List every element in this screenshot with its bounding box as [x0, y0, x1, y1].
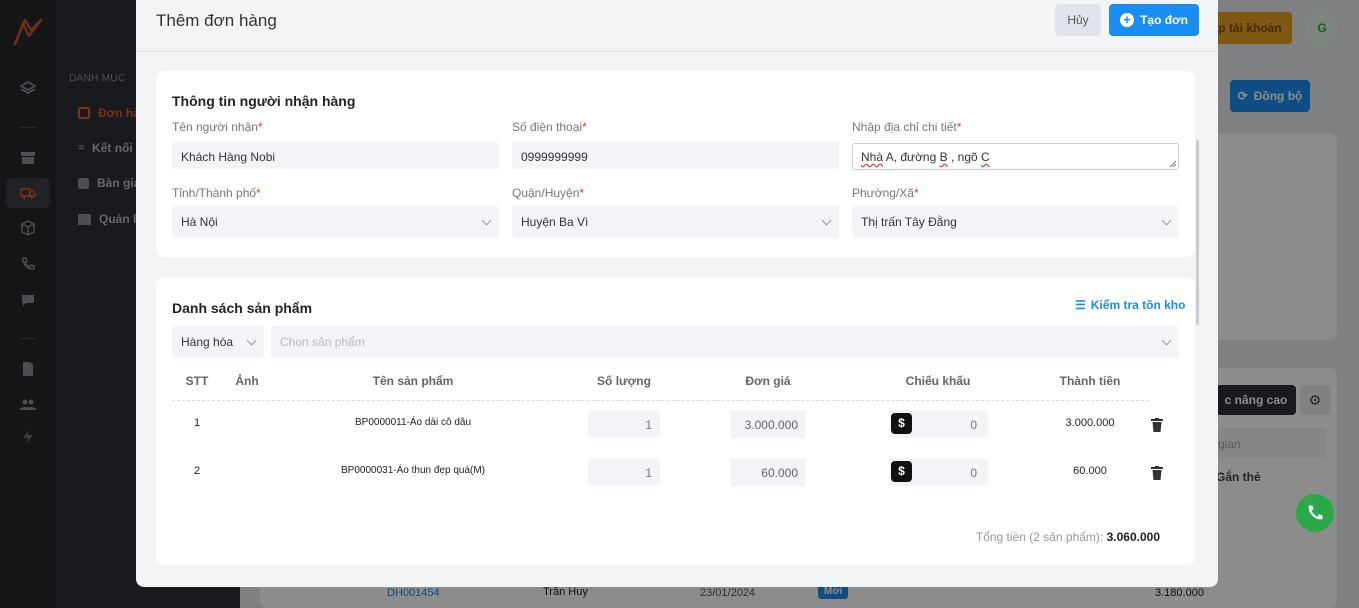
cancel-button[interactable]: Hủy — [1055, 4, 1101, 36]
create-order-button[interactable]: + Tạo đơn — [1109, 4, 1199, 36]
table-header-divider — [172, 400, 1149, 401]
products-card: Danh sách sản phẩm ☰ Kiểm tra tồn kho Hà… — [156, 278, 1195, 565]
phone-input[interactable]: 0999999999 — [512, 142, 839, 169]
province-label: Tỉnh/Thành phố* — [172, 186, 261, 200]
trash-icon[interactable] — [1151, 466, 1163, 480]
chevron-down-icon — [246, 335, 257, 345]
trash-icon[interactable] — [1151, 418, 1163, 432]
modal-title: Thêm đơn hàng — [156, 11, 277, 30]
col-quantity: Số lượng — [597, 374, 651, 388]
product-placeholder: Chọn sản phẩm — [280, 335, 365, 349]
chevron-down-icon — [1161, 335, 1172, 345]
product-type-value: Hàng hóa — [181, 335, 234, 349]
modal-header: Thêm đơn hàng Hủy + Tạo đơn — [136, 0, 1218, 52]
product-type-select[interactable]: Hàng hóa — [172, 326, 264, 358]
phone-call-fab[interactable] — [1296, 494, 1334, 532]
district-value: Huyện Ba Vì — [521, 215, 589, 229]
total-value: 3.060.000 — [1106, 530, 1160, 544]
chevron-down-icon — [481, 215, 492, 225]
discount-input[interactable]: $0 — [890, 410, 988, 438]
plus-circle-icon: + — [1120, 13, 1135, 27]
address-textarea[interactable]: Nhà A, đường B , ngõ C — [852, 143, 1179, 170]
row-product-name: BP0000011-Áo dài cô dâu — [354, 417, 471, 428]
stock-check-label: Kiểm tra tồn kho — [1090, 298, 1186, 312]
unit-price-input[interactable]: 60.000 — [730, 458, 806, 486]
phone-icon — [1308, 505, 1323, 520]
address-label: Nhập địa chỉ chi tiết* — [852, 120, 962, 134]
unit-price-input[interactable]: 3.000.000 — [730, 410, 806, 438]
province-value: Hà Nội — [181, 215, 218, 229]
resize-handle-icon[interactable] — [1169, 160, 1177, 168]
province-select[interactable]: Hà Nội — [172, 206, 499, 238]
ward-select[interactable]: Thị trấn Tây Đằng — [852, 206, 1179, 238]
row-total: 3.000.000 — [1065, 417, 1115, 429]
phone-label: Số điện thoại* — [512, 120, 587, 134]
total-label: Tổng tiền (2 sản phẩm): — [975, 530, 1104, 544]
chevron-down-icon — [1161, 215, 1172, 225]
district-label: Quận/Huyện* — [512, 186, 585, 200]
row-stt: 2 — [193, 465, 201, 477]
stock-check-link[interactable]: ☰ Kiểm tra tồn kho — [1075, 298, 1185, 312]
col-discount: Chiếu khấu — [905, 374, 971, 388]
dollar-icon[interactable]: $ — [891, 461, 912, 482]
discount-value: 0 — [970, 418, 977, 432]
quantity-input[interactable]: 1 — [588, 458, 660, 486]
col-unit-price: Đơn giá — [745, 374, 791, 388]
add-order-modal: Thêm đơn hàng Hủy + Tạo đơn Thông tin ng… — [136, 0, 1218, 587]
name-label: Tên người nhận* — [172, 120, 263, 134]
order-total: Tổng tiền (2 sản phẩm): 3.060.000 — [976, 530, 1160, 544]
district-select[interactable]: Huyện Ba Vì — [512, 206, 839, 238]
recipient-section-title: Thông tin người nhận hàng — [172, 93, 356, 109]
dollar-icon[interactable]: $ — [891, 413, 912, 434]
products-section-title: Danh sách sản phẩm — [172, 300, 313, 316]
product-search-select[interactable]: Chọn sản phẩm — [271, 326, 1179, 358]
create-order-label: Tạo đơn — [1140, 13, 1188, 27]
col-image: Ảnh — [235, 374, 259, 388]
quantity-input[interactable]: 1 — [588, 410, 660, 438]
discount-input[interactable]: $0 — [890, 458, 988, 486]
col-product-name: Tên sản phẩm — [372, 374, 454, 388]
list-icon: ☰ — [1075, 298, 1086, 312]
col-stt: STT — [185, 374, 209, 388]
ward-value: Thị trấn Tây Đằng — [861, 215, 957, 229]
recipient-name-input[interactable]: Khách Hàng Nobi — [172, 142, 499, 169]
col-total: Thành tiền — [1059, 374, 1121, 388]
row-total: 60.000 — [1073, 465, 1107, 477]
modal-scrollbar[interactable] — [1196, 140, 1199, 325]
recipient-card: Thông tin người nhận hàng Tên người nhận… — [156, 71, 1195, 257]
row-stt: 1 — [193, 417, 201, 429]
chevron-down-icon — [821, 215, 832, 225]
row-product-name: BP0000031-Áo thun đẹp quá(M) — [341, 465, 485, 476]
discount-value: 0 — [970, 466, 977, 480]
ward-label: Phường/Xã* — [852, 186, 919, 200]
